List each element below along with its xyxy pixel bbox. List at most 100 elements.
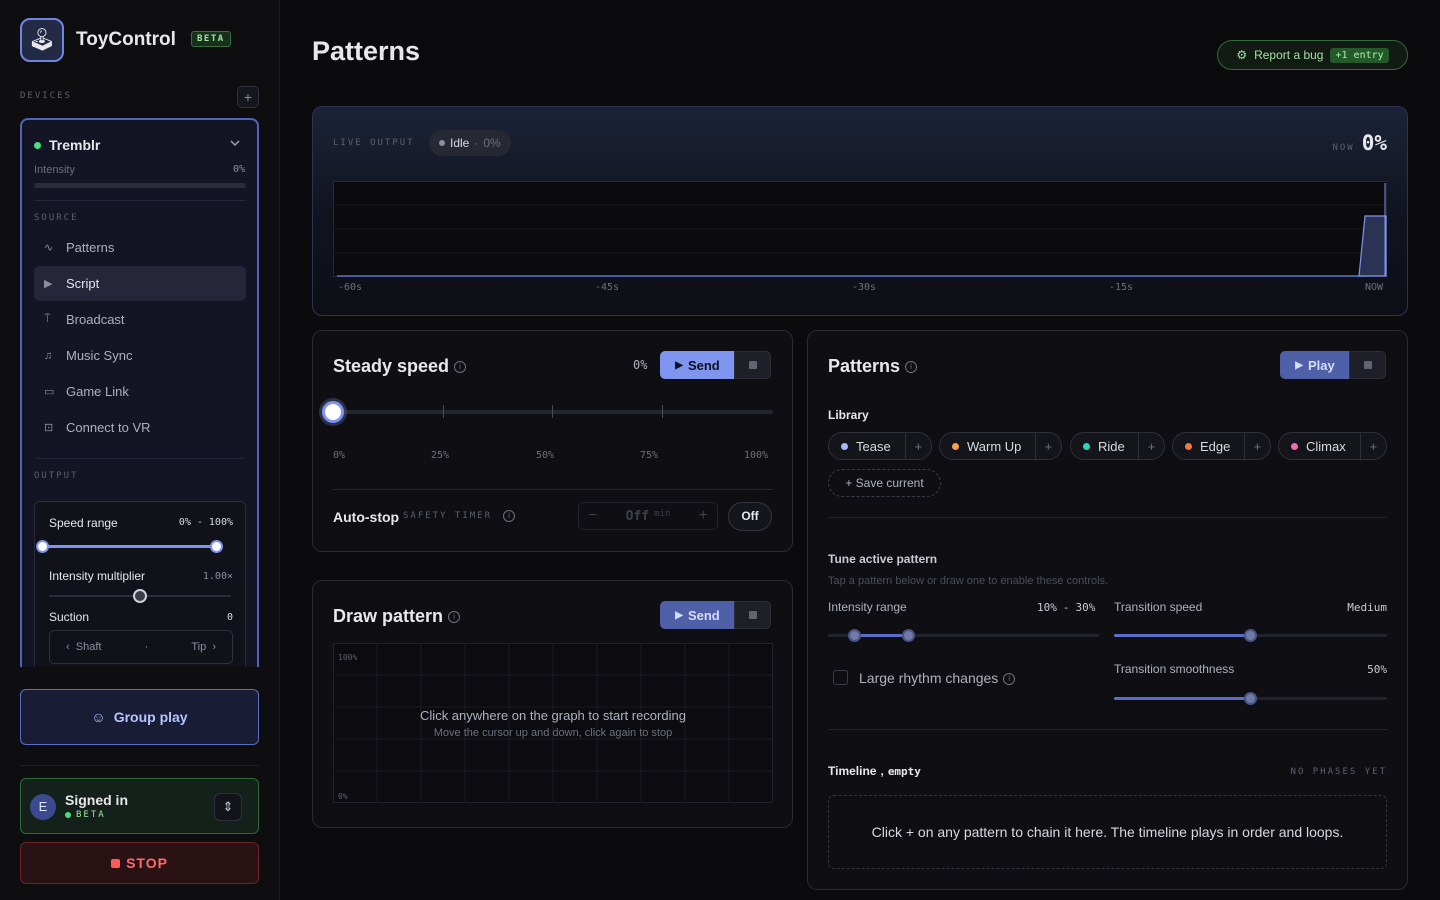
- now-readout: NOW 0%: [1332, 131, 1387, 155]
- add-to-timeline-button[interactable]: +: [1245, 439, 1270, 454]
- tick-label: -45s: [595, 282, 620, 293]
- timer-value: Off: [625, 508, 650, 524]
- avatar: E: [30, 794, 56, 820]
- tick-label: 0%: [333, 450, 346, 461]
- speed-max: 100%: [208, 517, 233, 528]
- intensity-min-handle[interactable]: [848, 629, 862, 642]
- draw-canvas[interactable]: [333, 643, 773, 803]
- steady-speed-track[interactable]: [333, 410, 773, 414]
- add-to-timeline-button[interactable]: +: [1361, 439, 1386, 454]
- intensity-max-handle[interactable]: [902, 629, 916, 642]
- pattern-chip-warm-up[interactable]: Warm Up +: [939, 432, 1062, 460]
- stop-button[interactable]: STOP: [20, 842, 259, 884]
- pattern-color-dot: [841, 442, 848, 450]
- group-play-button[interactable]: ☺ Group play: [20, 689, 259, 745]
- pattern-chip-tease[interactable]: Tease +: [828, 432, 932, 460]
- add-to-timeline-button[interactable]: +: [906, 439, 931, 454]
- output-settings: Speed range 0% -100% Intensity multiplier…: [34, 501, 246, 667]
- live-output-label: LIVE OUTPUT: [333, 138, 415, 148]
- pattern-chip-edge[interactable]: Edge +: [1172, 432, 1271, 460]
- draw-send-button[interactable]: ▶ Send: [660, 601, 735, 629]
- decrement-button[interactable]: −: [588, 507, 597, 525]
- source-item-vr[interactable]: ⊡ Connect to VR: [34, 410, 246, 445]
- pattern-select[interactable]: Ride: [1071, 433, 1139, 459]
- timeline-dropzone[interactable]: Click + on any pattern to chain it here.…: [828, 795, 1387, 869]
- increment-button[interactable]: +: [699, 507, 708, 525]
- draw-hint: Click anywhere on the graph to start rec…: [420, 708, 686, 723]
- transition-speed-handle[interactable]: [1243, 629, 1257, 642]
- play-label: Play: [1307, 357, 1335, 373]
- account-switch-button[interactable]: ⇕: [214, 793, 242, 821]
- pattern-select[interactable]: Climax: [1279, 433, 1361, 459]
- live-status-value: 0%: [483, 136, 501, 150]
- source-item-game-link[interactable]: ▭ Game Link: [34, 374, 246, 409]
- add-to-timeline-button[interactable]: +: [1036, 439, 1061, 454]
- pattern-select[interactable]: Warm Up: [940, 433, 1036, 459]
- intensity-label: Intensity: [34, 164, 75, 176]
- report-bug-button[interactable]: ⚙ Report a bug +1 entry: [1217, 40, 1408, 70]
- source-item-music-sync[interactable]: ♫ Music Sync: [34, 338, 246, 373]
- large-rhythm-checkbox[interactable]: [833, 670, 848, 685]
- chevron-down-icon[interactable]: [230, 139, 240, 147]
- speed-min-handle[interactable]: [36, 540, 49, 553]
- speed-max-handle[interactable]: [210, 540, 223, 553]
- live-status-pill: Idle · 0%: [429, 130, 511, 156]
- signed-in-label: Signed in: [65, 792, 128, 808]
- source-item-broadcast[interactable]: ⍑ Broadcast: [34, 302, 246, 337]
- patterns-panel: Patterns i ▶ Play Library Tease + Warm Up + …: [807, 330, 1408, 890]
- info-icon[interactable]: i: [1003, 673, 1016, 686]
- joystick-icon: 🕹: [28, 27, 56, 52]
- status-sep: ·: [474, 136, 479, 150]
- device-header[interactable]: Tremblr: [34, 137, 100, 153]
- patterns-stop-button[interactable]: [1349, 351, 1386, 379]
- autostop-off-button[interactable]: Off: [728, 502, 772, 531]
- speed-sep: -: [196, 517, 203, 528]
- info-icon[interactable]: i: [905, 361, 918, 374]
- tip-option[interactable]: Tip ›: [191, 641, 216, 653]
- info-icon[interactable]: i: [454, 361, 467, 374]
- source-item-patterns[interactable]: ∿ Patterns: [34, 230, 246, 265]
- large-rhythm-label: Large rhythm changes i: [859, 670, 1016, 686]
- steady-stop-button[interactable]: [734, 351, 771, 379]
- live-status: Idle: [450, 136, 470, 150]
- pattern-chip-climax[interactable]: Climax +: [1278, 432, 1387, 460]
- timeline-sep: ,: [880, 764, 884, 778]
- transition-smoothness-handle[interactable]: [1243, 692, 1257, 705]
- app-logo[interactable]: 🕹: [20, 18, 64, 62]
- steady-speed-handle[interactable]: [322, 401, 344, 423]
- draw-subhint: Move the cursor up and down, click again…: [433, 727, 673, 739]
- info-icon[interactable]: i: [448, 611, 461, 624]
- autostop-stepper[interactable]: − Off min +: [578, 502, 718, 530]
- timer-display: Off min: [626, 509, 671, 524]
- speed-min: 0%: [178, 517, 191, 528]
- pattern-color-dot: [952, 442, 959, 450]
- patterns-play-button[interactable]: ▶ Play: [1280, 351, 1350, 379]
- add-device-button[interactable]: +: [237, 86, 259, 108]
- save-current-button[interactable]: + Save current: [828, 469, 941, 497]
- intensity-value: 0%: [232, 164, 245, 175]
- draw-pattern-title: Draw pattern i: [333, 606, 461, 627]
- intensity-range-label: Intensity range: [828, 600, 907, 614]
- music-icon: ♫: [44, 349, 53, 362]
- tick-label: 100%: [744, 450, 769, 461]
- large-rhythm-text: Large rhythm changes: [859, 670, 999, 686]
- pattern-select[interactable]: Edge: [1173, 433, 1245, 459]
- shaft-option[interactable]: ‹ Shaft: [66, 641, 101, 653]
- play-icon: ▶: [675, 609, 683, 621]
- info-icon[interactable]: i: [503, 510, 515, 522]
- pattern-select[interactable]: Tease: [829, 433, 906, 459]
- tick-label: -60s: [338, 282, 363, 293]
- steady-send-button[interactable]: ▶ Send: [660, 351, 735, 379]
- pattern-chip-ride[interactable]: Ride +: [1070, 432, 1165, 460]
- intensity-multiplier-handle[interactable]: [133, 589, 147, 603]
- stop-icon: [748, 361, 757, 369]
- source-item-script[interactable]: ▶ Script: [34, 266, 246, 301]
- suction-position-control[interactable]: ‹ Shaft · Tip ›: [49, 630, 233, 664]
- add-to-timeline-button[interactable]: +: [1139, 439, 1164, 454]
- track-tick: [443, 405, 444, 418]
- middle-dot: ·: [144, 641, 149, 653]
- transition-smoothness-value: 50%: [1367, 663, 1387, 676]
- draw-bottom-label: 0%: [338, 792, 348, 801]
- draw-stop-button[interactable]: [734, 601, 771, 629]
- user-plan: BETA: [65, 810, 106, 820]
